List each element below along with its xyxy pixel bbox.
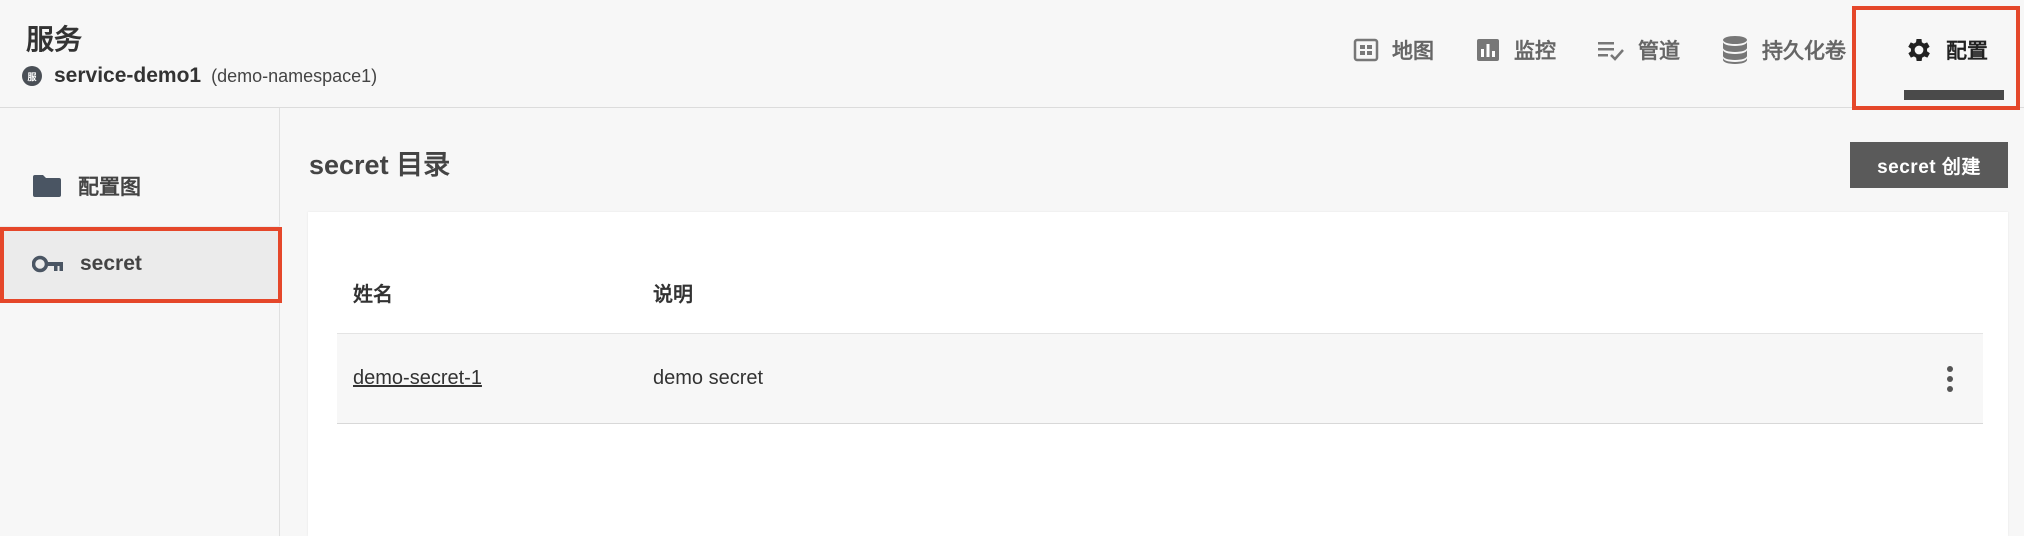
- column-header-description: 说明: [653, 284, 693, 306]
- tab-label: 监控: [1514, 40, 1556, 63]
- table-row: demo-secret-1 demo secret: [337, 334, 1983, 424]
- key-icon: [32, 255, 63, 273]
- service-name: service-demo1: [54, 64, 202, 87]
- secret-list-card: 姓名 说明 demo-secret-1 demo secret: [308, 212, 2008, 536]
- table-header: 姓名 说明: [337, 252, 1983, 334]
- tab-label: 持久化卷: [1762, 40, 1846, 63]
- service-info: 服 service-demo1 (demo-namespace1): [22, 64, 377, 88]
- tab-label: 管道: [1638, 40, 1680, 63]
- cell-description: demo secret: [653, 367, 764, 389]
- cell-name: demo-secret-1: [337, 367, 653, 390]
- tab-label: 配置: [1946, 40, 1988, 63]
- page-title: 服务: [26, 24, 83, 55]
- tab-label: 地图: [1392, 40, 1434, 63]
- active-tab-indicator: [1904, 90, 2004, 100]
- secret-name-link[interactable]: demo-secret-1: [353, 367, 482, 389]
- tab-config[interactable]: 配置: [1866, 0, 2024, 100]
- playlist-check-icon: [1598, 42, 1624, 61]
- bar-chart-icon: [1477, 39, 1499, 61]
- sidebar-item-secret[interactable]: secret: [0, 226, 280, 302]
- sidebar: 配置图 secret: [0, 108, 280, 536]
- folder-icon: [33, 175, 61, 197]
- service-icon: 服: [22, 66, 42, 86]
- sidebar-item-configmap[interactable]: 配置图: [0, 148, 280, 224]
- more-options-icon[interactable]: [1945, 366, 1955, 392]
- create-secret-button[interactable]: secret 创建: [1850, 142, 2008, 188]
- column-header-name: 姓名: [353, 284, 393, 306]
- section-title: secret 目录: [309, 150, 451, 180]
- page-header: 服务 服 service-demo1 (demo-namespace1) 地图 …: [0, 0, 2024, 108]
- tab-bar: 地图 监控 管道 持久化卷 配置: [1332, 0, 2024, 108]
- gear-icon: [1908, 39, 1930, 61]
- sidebar-item-label: secret: [80, 252, 142, 275]
- service-namespace: (demo-namespace1): [211, 65, 378, 86]
- sidebar-item-label: 配置图: [78, 176, 141, 199]
- database-icon: [1723, 36, 1747, 64]
- secret-table: 姓名 说明 demo-secret-1 demo secret: [337, 252, 1983, 424]
- map-icon: [1353, 38, 1379, 62]
- tab-monitor[interactable]: 监控: [1454, 0, 1576, 100]
- tab-map[interactable]: 地图: [1332, 0, 1454, 100]
- tab-volume[interactable]: 持久化卷: [1700, 0, 1866, 100]
- tab-pipeline[interactable]: 管道: [1576, 0, 1700, 100]
